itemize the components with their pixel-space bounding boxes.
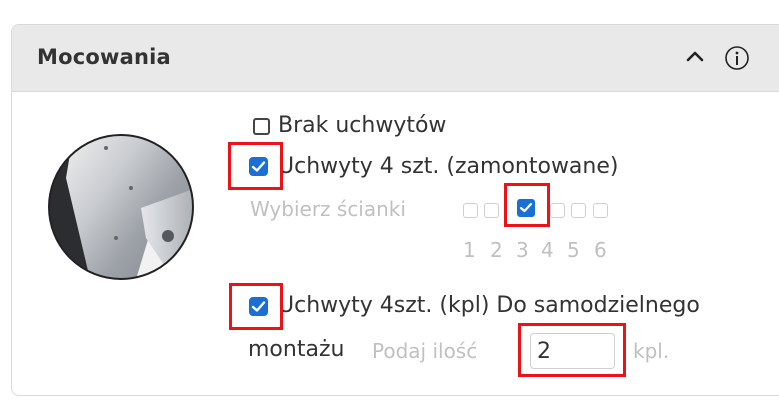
kit-brackets-label-cont: montażu [248, 337, 345, 362]
quantity-label: Podaj ilość [372, 339, 478, 363]
wall-5-checkbox[interactable] [571, 203, 586, 218]
wall-number-6: 6 [594, 238, 607, 262]
wall-1-checkbox[interactable] [463, 203, 478, 218]
wall-number-5: 5 [567, 238, 580, 262]
wall-2-checkbox[interactable] [484, 203, 499, 218]
wall-number-2: 2 [490, 238, 503, 262]
mounted-brackets-label[interactable]: Uchwyty 4 szt. (zamontowane) [278, 154, 618, 179]
no-brackets-checkbox[interactable] [253, 118, 270, 135]
wall-4-checkbox[interactable] [550, 203, 565, 218]
panel-header[interactable]: Mocowania [12, 25, 779, 92]
mounted-brackets-checkbox[interactable] [249, 157, 268, 176]
quantity-unit: kpl. [633, 339, 670, 363]
chevron-up-icon[interactable] [683, 45, 707, 69]
panel-title: Mocowania [37, 45, 171, 69]
quantity-input[interactable] [530, 333, 615, 369]
kit-brackets-label[interactable]: Uchwyty 4szt. (kpl) Do samodzielnego [278, 293, 700, 318]
info-icon[interactable] [724, 45, 750, 71]
no-brackets-label[interactable]: Brak uchwytów [278, 113, 446, 138]
wall-3-checkbox[interactable] [517, 199, 535, 217]
kit-brackets-checkbox[interactable] [249, 297, 268, 316]
wall-number-3: 3 [516, 238, 529, 262]
walls-label: Wybierz ścianki [250, 197, 406, 221]
wall-number-1: 1 [463, 238, 476, 262]
wall-6-checkbox[interactable] [593, 203, 608, 218]
wall-number-4: 4 [541, 238, 554, 262]
bracket-product-image [46, 118, 196, 296]
